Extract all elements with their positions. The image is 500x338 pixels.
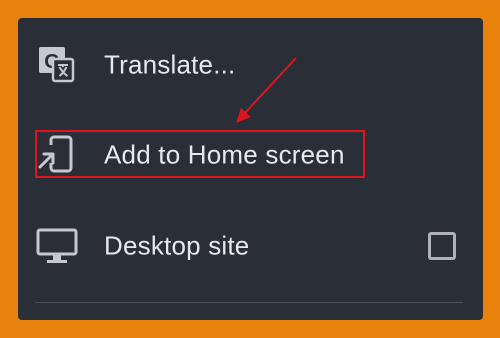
desktop-site-checkbox[interactable] — [428, 232, 456, 260]
menu-item-translate[interactable]: G Translate... — [18, 20, 483, 110]
menu-item-desktop-site[interactable]: Desktop site — [18, 201, 483, 291]
overflow-menu: G Translate... Add to Home screen — [18, 18, 483, 320]
menu-item-label: Translate... — [104, 49, 236, 80]
highlight-box — [35, 130, 365, 178]
translate-icon: G — [35, 43, 79, 87]
menu-item-label: Desktop site — [104, 230, 250, 261]
desktop-icon — [35, 224, 79, 268]
menu-divider — [35, 302, 463, 303]
